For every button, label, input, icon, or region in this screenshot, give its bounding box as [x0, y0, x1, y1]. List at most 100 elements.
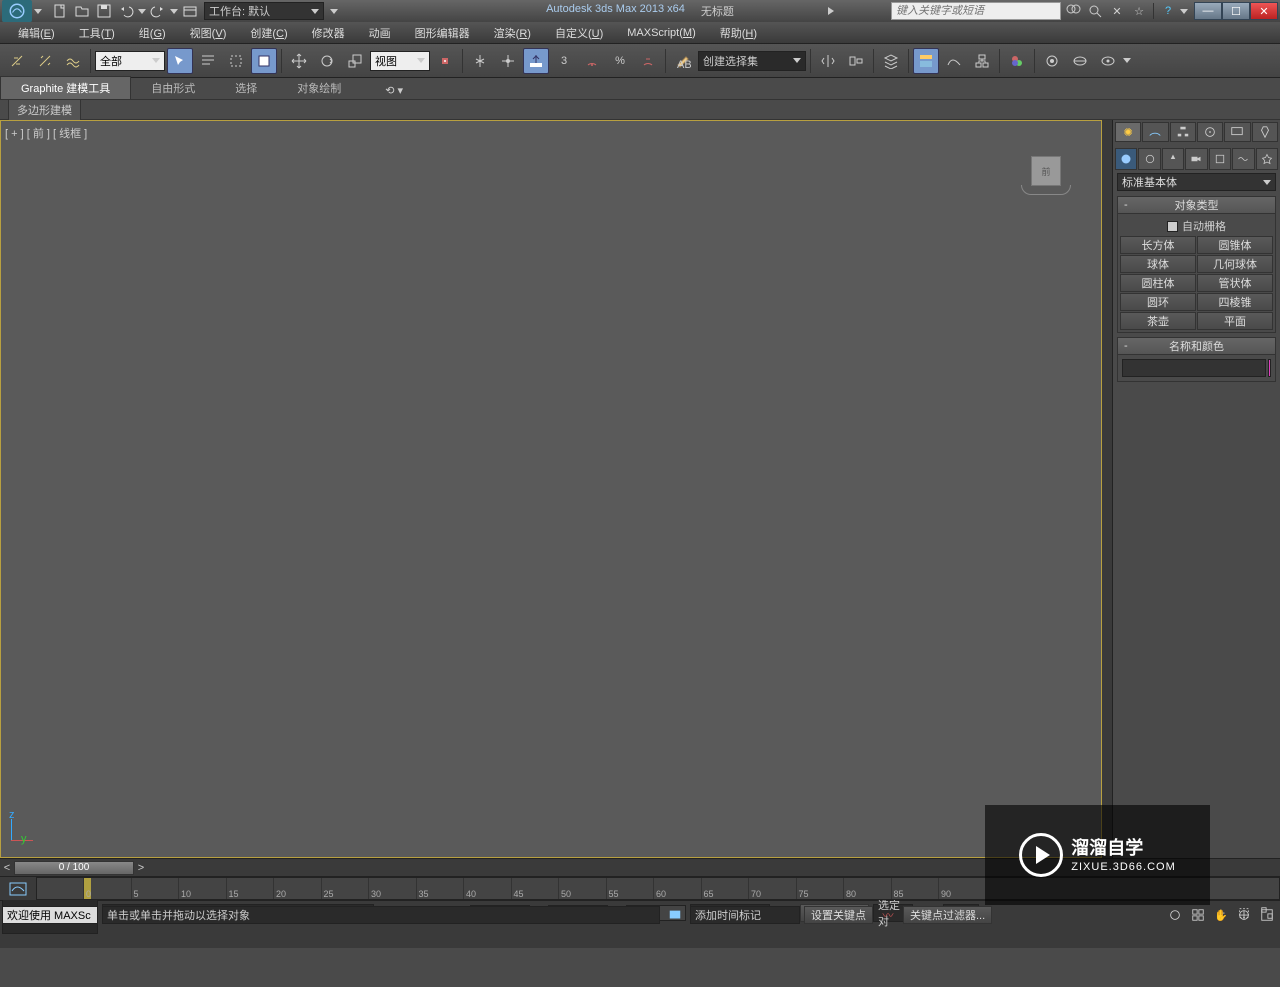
selection-filter-dropdown[interactable]: 全部: [95, 51, 165, 71]
subscription-button[interactable]: ✕: [1107, 2, 1127, 20]
primitive-box-button[interactable]: 长方体: [1120, 236, 1196, 254]
auto-grid-checkbox[interactable]: 自动栅格: [1120, 216, 1273, 236]
menu-edit[interactable]: 编辑(E): [8, 23, 65, 43]
trackbar-mini-curve-button[interactable]: [0, 877, 36, 900]
primitive-category-dropdown[interactable]: 标准基本体: [1117, 173, 1276, 191]
primitive-sphere-button[interactable]: 球体: [1120, 255, 1196, 273]
title-arrow-icon[interactable]: [828, 7, 838, 15]
move-button[interactable]: [286, 48, 312, 74]
key-mode-icon[interactable]: 〰: [877, 905, 899, 925]
primitive-teapot-button[interactable]: 茶壶: [1120, 312, 1196, 330]
menu-animation[interactable]: 动画: [359, 23, 401, 43]
cat-lights[interactable]: [1162, 148, 1184, 170]
ribbon-tab-graphite[interactable]: Graphite 建模工具: [0, 76, 131, 99]
close-button[interactable]: ✕: [1250, 2, 1278, 20]
named-sel-edit-button[interactable]: ABC: [670, 48, 696, 74]
viewport-nav-hand-button[interactable]: ✋: [1210, 905, 1232, 925]
qat-customize-icon[interactable]: [330, 9, 338, 14]
comm-center-icon[interactable]: [664, 905, 686, 925]
spinner-snap-button[interactable]: [635, 48, 661, 74]
undo-button[interactable]: [116, 2, 136, 20]
menu-tools[interactable]: 工具(T): [69, 23, 125, 43]
viewcube[interactable]: 前: [1021, 151, 1071, 191]
cp-tab-display[interactable]: [1224, 122, 1250, 142]
menu-customize[interactable]: 自定义(U): [545, 23, 613, 43]
pivot-center-button[interactable]: [432, 48, 458, 74]
material-editor-button[interactable]: [1004, 48, 1030, 74]
cp-tab-modify[interactable]: [1142, 122, 1168, 142]
open-file-button[interactable]: [72, 2, 92, 20]
help-button[interactable]: ?: [1158, 2, 1178, 20]
snap-toggle-button[interactable]: [523, 48, 549, 74]
menu-graph-editors[interactable]: 图形编辑器: [405, 23, 480, 43]
primitive-pyramid-button[interactable]: 四棱锥: [1197, 293, 1273, 311]
new-file-button[interactable]: [50, 2, 70, 20]
ref-coord-dropdown[interactable]: 视图: [370, 51, 430, 71]
percent-snap-button[interactable]: %: [607, 48, 633, 74]
cat-systems[interactable]: [1256, 148, 1278, 170]
time-slider-handle[interactable]: 0 / 100: [14, 861, 134, 875]
cat-cameras[interactable]: [1185, 148, 1207, 170]
ribbon-polygon-modeling-button[interactable]: 多边形建模: [8, 99, 81, 121]
viewport-nav-arc-button[interactable]: [1233, 905, 1255, 925]
angle-snap-button[interactable]: [579, 48, 605, 74]
cat-helpers[interactable]: [1209, 148, 1231, 170]
render-setup-button[interactable]: [1039, 48, 1065, 74]
cp-tab-hierarchy[interactable]: [1170, 122, 1196, 142]
favorites-button[interactable]: ☆: [1129, 2, 1149, 20]
select-object-button[interactable]: [167, 48, 193, 74]
object-name-input[interactable]: [1122, 359, 1266, 377]
search-button[interactable]: [1063, 2, 1083, 20]
time-slider-prev-button[interactable]: <: [0, 862, 14, 874]
primitive-geosphere-button[interactable]: 几何球体: [1197, 255, 1273, 273]
window-crossing-button[interactable]: [251, 48, 277, 74]
menu-create[interactable]: 创建(C): [240, 23, 297, 43]
primitive-cone-button[interactable]: 圆锥体: [1197, 236, 1273, 254]
save-file-button[interactable]: [94, 2, 114, 20]
primitive-plane-button[interactable]: 平面: [1197, 312, 1273, 330]
render-production-button[interactable]: [1095, 48, 1121, 74]
viewport-nav-field-button[interactable]: [1187, 905, 1209, 925]
time-slider-next-button[interactable]: >: [134, 862, 148, 874]
menu-modifiers[interactable]: 修改器: [302, 23, 355, 43]
minimize-button[interactable]: —: [1194, 2, 1222, 20]
primitive-torus-button[interactable]: 圆环: [1120, 293, 1196, 311]
menu-group[interactable]: 组(G): [129, 23, 176, 43]
app-menu-icon[interactable]: [2, 0, 32, 22]
viewcube-ring-icon[interactable]: [1021, 185, 1071, 195]
viewport-scrollbar[interactable]: [1102, 120, 1112, 858]
ribbon-tab-freeform[interactable]: 自由形式: [131, 77, 215, 99]
cat-geometry[interactable]: [1115, 148, 1137, 170]
rollout-object-type-header[interactable]: - 对象类型: [1117, 196, 1276, 214]
scale-button[interactable]: [342, 48, 368, 74]
keyboard-shortcut-button[interactable]: [495, 48, 521, 74]
viewport-nav-orbit-button[interactable]: [1164, 905, 1186, 925]
menu-maxscript[interactable]: MAXScript(M): [617, 25, 705, 41]
rollout-name-color-header[interactable]: - 名称和颜色: [1117, 337, 1276, 355]
viewport-label[interactable]: [ + ] [ 前 ] [ 线框 ]: [5, 125, 87, 141]
viewcube-face[interactable]: 前: [1031, 156, 1061, 186]
key-filters-button[interactable]: 关键点过滤器...: [903, 906, 992, 924]
maximize-button[interactable]: ☐: [1222, 2, 1250, 20]
named-selection-dropdown[interactable]: 创建选择集: [698, 51, 806, 71]
curve-editor-button[interactable]: [941, 48, 967, 74]
comm-center-button[interactable]: [1085, 2, 1105, 20]
help-dropdown-icon[interactable]: [1180, 9, 1188, 14]
cp-tab-motion[interactable]: [1197, 122, 1223, 142]
help-search-input[interactable]: [891, 2, 1061, 20]
project-folder-button[interactable]: [180, 2, 200, 20]
ribbon-tab-selection[interactable]: 选择: [215, 77, 277, 99]
rotate-button[interactable]: [314, 48, 340, 74]
mirror-button[interactable]: [815, 48, 841, 74]
render-frame-button[interactable]: [1067, 48, 1093, 74]
viewport[interactable]: [ + ] [ 前 ] [ 线框 ] 前 z y: [0, 120, 1102, 858]
set-key-button[interactable]: 设置关键点: [804, 906, 873, 924]
primitive-cylinder-button[interactable]: 圆柱体: [1120, 274, 1196, 292]
menu-help[interactable]: 帮助(H): [710, 23, 767, 43]
snap-3d-button[interactable]: 3: [551, 48, 577, 74]
primitive-tube-button[interactable]: 管状体: [1197, 274, 1273, 292]
ribbon-pin-button[interactable]: ⟲ ▾: [377, 82, 411, 99]
redo-dropdown-icon[interactable]: [170, 9, 178, 14]
time-tag-label[interactable]: 添加时间标记: [690, 906, 800, 924]
cp-tab-create[interactable]: ✺: [1115, 122, 1141, 142]
